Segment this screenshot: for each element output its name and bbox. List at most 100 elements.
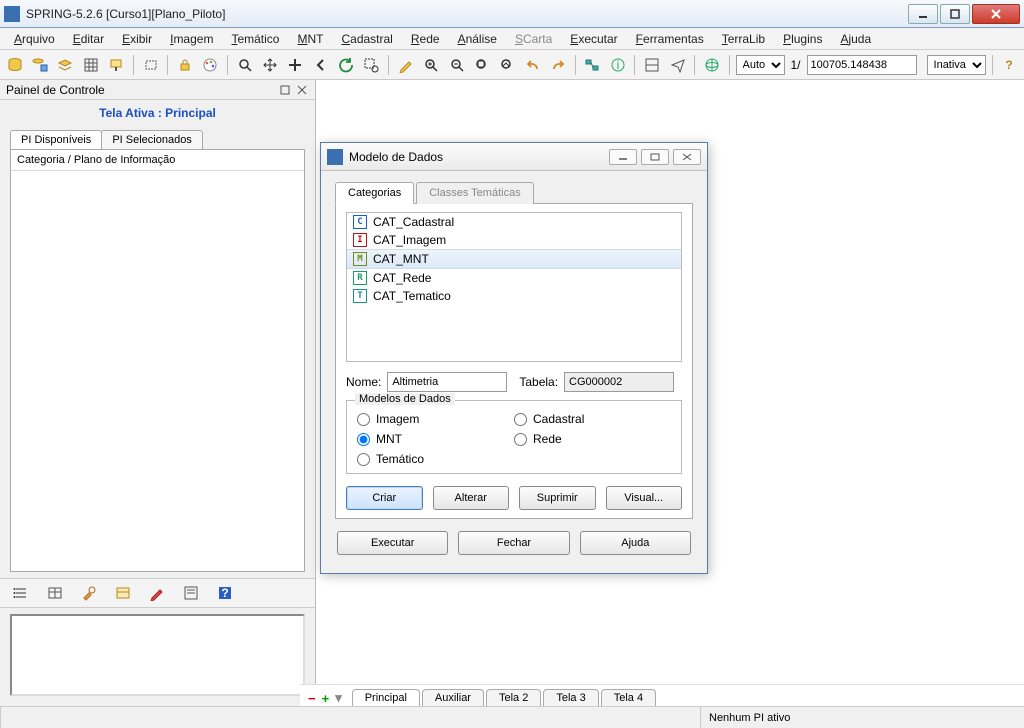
menu-exibir[interactable]: Exibir [114,30,160,48]
menu-ajuda[interactable]: Ajuda [832,30,879,48]
redo-icon[interactable] [547,54,568,76]
menu-imagem[interactable]: Imagem [162,30,221,48]
measure-icon[interactable] [641,54,662,76]
world-icon[interactable] [701,54,722,76]
attrs-icon[interactable] [112,582,134,604]
category-item[interactable]: ICAT_Imagem [347,231,681,249]
edit-icon[interactable] [146,582,168,604]
db2-icon[interactable] [29,54,50,76]
dialog-alterar-button[interactable]: Alterar [433,486,510,510]
modelos-group-label: Modelos de Dados [355,393,455,405]
tabela-label: Tabela: [519,375,558,389]
menu-ferramentas[interactable]: Ferramentas [628,30,712,48]
category-item[interactable]: RCAT_Rede [347,269,681,287]
refresh-icon[interactable] [335,54,356,76]
help-icon[interactable]: ? [998,54,1019,76]
category-item[interactable]: TCAT_Tematico [347,287,681,305]
palette-icon[interactable] [200,54,221,76]
dialog-criar-button[interactable]: Criar [346,486,423,510]
dialog-ajuda-button[interactable]: Ajuda [580,531,691,555]
menu-mnt[interactable]: MNT [289,30,331,48]
db-icon[interactable] [4,54,25,76]
layers-icon[interactable] [55,54,76,76]
status-text: Nenhum PI ativo [700,707,1024,728]
info-icon[interactable]: i [607,54,628,76]
radio-temático[interactable]: Temático [357,449,514,469]
panel-help-icon[interactable]: ? [214,582,236,604]
radio-rede[interactable]: Rede [514,429,671,449]
cross-icon[interactable] [285,54,306,76]
zoom-in-icon[interactable] [421,54,442,76]
dialog-tab-1[interactable]: Classes Temáticas [416,182,534,204]
dialog-close-button[interactable] [673,149,701,165]
dialog-suprimir-button[interactable]: Suprimir [519,486,596,510]
paint-icon[interactable] [106,54,127,76]
menu-temático[interactable]: Temático [223,30,287,48]
zoom-out-icon[interactable] [446,54,467,76]
status-bar: Nenhum PI ativo [0,706,1024,728]
undo-icon[interactable] [522,54,543,76]
dialog-visual-button[interactable]: Visual... [606,486,683,510]
tab-menu-button[interactable]: ▾ [333,690,344,706]
menu-cadastral[interactable]: Cadastral [333,30,400,48]
close-button[interactable] [972,4,1020,24]
view-tab-tela-2[interactable]: Tela 2 [486,689,541,706]
view-tab-principal[interactable]: Principal [352,689,420,706]
pan-icon[interactable] [259,54,280,76]
dialog-maximize-button[interactable] [641,149,669,165]
radio-mnt[interactable]: MNT [357,429,514,449]
zoom-layer-icon[interactable] [497,54,518,76]
menu-rede[interactable]: Rede [403,30,448,48]
dialog-fechar-button[interactable]: Fechar [458,531,569,555]
select-icon[interactable] [361,54,382,76]
nome-input[interactable] [387,372,507,392]
fly-icon[interactable] [667,54,688,76]
grid-icon[interactable] [80,54,101,76]
dialog-tab-0[interactable]: Categorias [335,182,414,204]
maximize-button[interactable] [940,4,970,24]
tab-remove-button[interactable]: − [306,691,318,706]
pencil-icon[interactable] [395,54,416,76]
panel-close-button[interactable] [295,83,309,97]
menu-terralib[interactable]: TerraLib [714,30,773,48]
dialog-minimize-button[interactable] [609,149,637,165]
menu-análise[interactable]: Análise [450,30,505,48]
pi-list[interactable]: Categoria / Plano de Informação [10,149,305,572]
status-mode-select[interactable]: Inativa [927,55,986,75]
prev-icon[interactable] [310,54,331,76]
radio-imagem[interactable]: Imagem [357,409,514,429]
radio-cadastral[interactable]: Cadastral [514,409,671,429]
category-type-icon: M [353,252,367,266]
tab-add-button[interactable]: + [320,691,332,706]
menu-plugins[interactable]: Plugins [775,30,830,48]
rect-icon[interactable] [140,54,161,76]
scale-value[interactable]: 100705.148438 [807,55,917,75]
panel-float-button[interactable] [278,83,292,97]
category-list[interactable]: CCAT_CadastralICAT_ImagemMCAT_MNTRCAT_Re… [346,212,682,362]
dialog-executar-button[interactable]: Executar [337,531,448,555]
menu-arquivo[interactable]: Arquivo [6,30,63,48]
minimize-button[interactable] [908,4,938,24]
link-icon[interactable] [582,54,603,76]
zoom-fit-icon[interactable] [471,54,492,76]
scale-mode-select[interactable]: Auto [736,55,785,75]
tools-icon[interactable] [78,582,100,604]
view-tab-tela-4[interactable]: Tela 4 [601,689,656,706]
zoom-icon[interactable] [234,54,255,76]
category-type-icon: C [353,215,367,229]
list-icon[interactable] [10,582,32,604]
category-item[interactable]: CCAT_Cadastral [347,213,681,231]
lock-icon[interactable] [174,54,195,76]
category-item[interactable]: MCAT_MNT [347,249,681,269]
form-icon[interactable] [180,582,202,604]
menu-executar[interactable]: Executar [562,30,625,48]
panel-tab-1[interactable]: PI Selecionados [101,130,203,149]
active-screen-label: Tela Ativa : Principal [0,100,315,126]
menu-editar[interactable]: Editar [65,30,112,48]
view-tab-auxiliar[interactable]: Auxiliar [422,689,484,706]
panel-tab-0[interactable]: PI Disponíveis [10,130,102,149]
table-icon[interactable] [44,582,66,604]
dialog-title: Modelo de Dados [349,150,605,164]
view-tab-tela-3[interactable]: Tela 3 [543,689,598,706]
pi-list-header: Categoria / Plano de Informação [11,150,304,171]
